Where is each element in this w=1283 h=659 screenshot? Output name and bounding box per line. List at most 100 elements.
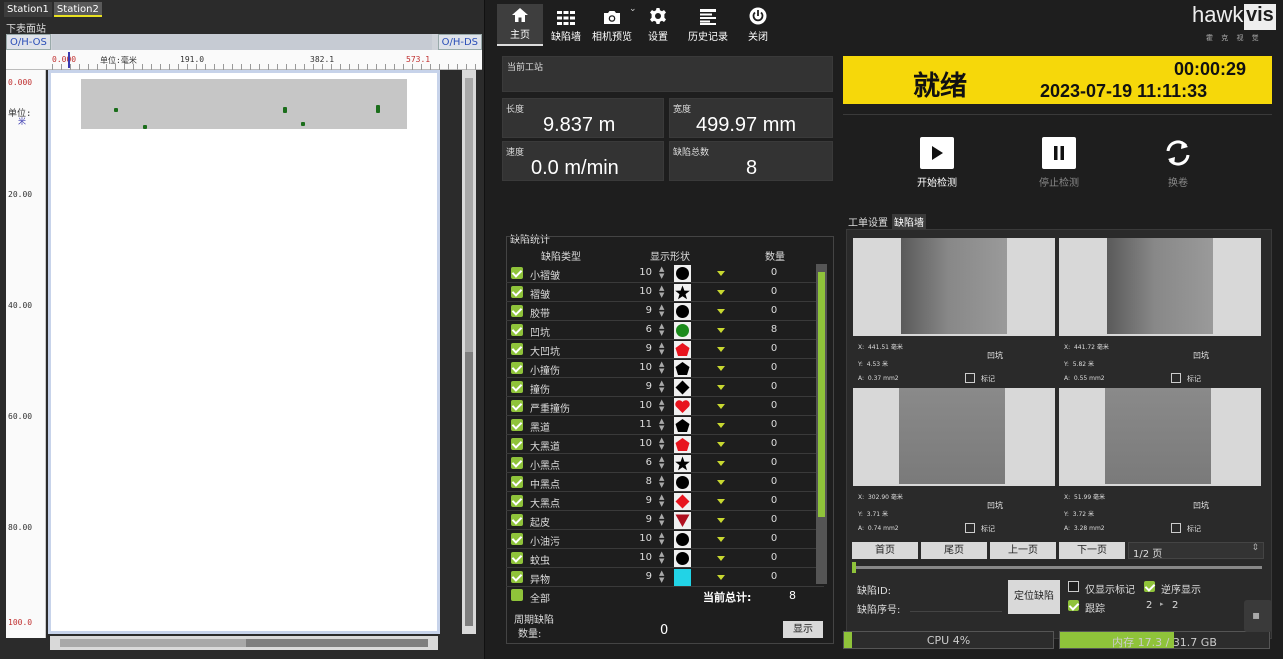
defect-map-canvas[interactable] [48,70,440,634]
defect-type-checkbox[interactable] [511,514,523,526]
shape-size[interactable]: 10 [638,552,652,563]
shape-dropdown[interactable] [717,518,725,523]
only-marked-checkbox[interactable] [1068,581,1079,592]
size-spinner[interactable]: ▲ ▼ [659,342,664,356]
chevron-down-icon[interactable]: ⌄ [629,4,637,14]
shape-size[interactable]: 10 [638,400,652,411]
defect-type-checkbox[interactable] [511,343,523,355]
size-spinner[interactable]: ▲ ▼ [659,380,664,394]
prev-page-button[interactable]: 上一页 [990,542,1056,559]
defect-thumbnail[interactable] [1105,388,1211,484]
shape-size[interactable]: 9 [638,495,652,506]
scroll-thumb[interactable] [60,639,246,647]
shape-size[interactable]: 9 [638,343,652,354]
shape-dropdown[interactable] [717,347,725,352]
defect-type-checkbox[interactable] [511,495,523,507]
shape-dropdown[interactable] [717,480,725,485]
defect-type-checkbox[interactable] [511,286,523,298]
shape-size[interactable]: 6 [638,457,652,468]
locate-defect-button[interactable]: 定位缺陷 [1008,580,1060,614]
slider-thumb[interactable] [852,562,856,573]
defect-marker[interactable] [283,107,287,113]
defect-type-checkbox[interactable] [511,400,523,412]
defect-type-checkbox[interactable] [511,381,523,393]
size-spinner[interactable]: ▲ ▼ [659,475,664,489]
defect-type-checkbox[interactable] [511,438,523,450]
page-selector[interactable]: 1/2 页 ⇕ [1128,542,1264,560]
defect-type-checkbox[interactable] [511,362,523,374]
shape-dropdown[interactable] [717,575,725,580]
nav-history[interactable]: 历史记录 [681,4,735,46]
scroll-thumb[interactable] [818,272,825,517]
defect-type-checkbox[interactable] [511,571,523,583]
vertical-scrollbar[interactable] [462,70,476,634]
next-page-button[interactable]: 下一页 [1059,542,1125,559]
nav-close[interactable]: 关闭 [735,4,781,46]
shape-dropdown[interactable] [717,404,725,409]
size-spinner[interactable]: ▲ ▼ [659,266,664,280]
nav-home[interactable]: 主页 [497,4,543,46]
collapse-button[interactable]: ▪ [1244,600,1272,632]
defect-marker[interactable] [301,122,305,126]
defect-type-checkbox[interactable] [511,457,523,469]
size-spinner[interactable]: ▲ ▼ [659,513,664,527]
defect-type-checkbox[interactable] [511,533,523,545]
scroll-thumb[interactable] [465,78,473,352]
mark-checkbox[interactable] [965,523,975,533]
shape-size[interactable]: 10 [638,533,652,544]
defect-seq-field[interactable] [910,598,1002,612]
reverse-order-checkbox[interactable] [1144,581,1155,592]
change-roll-button[interactable]: 换卷 [1138,137,1218,189]
defect-marker[interactable] [376,105,380,113]
table-scrollbar[interactable] [816,264,827,584]
defect-thumbnail[interactable] [899,388,1005,484]
size-spinner[interactable]: ▲ ▼ [659,323,664,337]
shape-size[interactable]: 9 [638,571,652,582]
size-spinner[interactable]: ▲ ▼ [659,285,664,299]
shape-dropdown[interactable] [717,385,725,390]
follow-checkbox[interactable] [1068,600,1079,611]
defect-type-checkbox[interactable] [511,476,523,488]
shape-dropdown[interactable] [717,442,725,447]
shape-dropdown[interactable] [717,423,725,428]
shape-size[interactable]: 11 [638,419,652,430]
first-page-button[interactable]: 首页 [852,542,918,559]
size-spinner[interactable]: ▲ ▼ [659,304,664,318]
horizontal-scrollbar[interactable] [50,636,438,650]
shape-dropdown[interactable] [717,499,725,504]
shape-dropdown[interactable] [717,556,725,561]
mark-checkbox[interactable] [1171,373,1181,383]
shape-dropdown[interactable] [717,537,725,542]
tab-station2[interactable]: Station2 [53,2,102,17]
stop-detection-button[interactable]: 停止检测 [1019,137,1099,189]
shape-size[interactable]: 6 [638,324,652,335]
shape-size[interactable]: 10 [638,362,652,373]
shape-size[interactable]: 10 [638,438,652,449]
shape-dropdown[interactable] [717,309,725,314]
shape-dropdown[interactable] [717,461,725,466]
size-spinner[interactable]: ▲ ▼ [659,456,664,470]
select-all-checkbox[interactable] [511,589,523,601]
shape-dropdown[interactable] [717,290,725,295]
nav-settings[interactable]: ⌄ 设置 [629,4,681,46]
defect-type-checkbox[interactable] [511,324,523,336]
defect-type-checkbox[interactable] [511,305,523,317]
shape-size[interactable]: 8 [638,476,652,487]
tab-station1[interactable]: Station1 [4,2,52,17]
size-spinner[interactable]: ▲ ▼ [659,551,664,565]
shape-size[interactable]: 9 [638,381,652,392]
spinner-icon[interactable]: ⇕ [1251,543,1259,553]
start-detection-button[interactable]: 开始检测 [897,137,977,189]
size-spinner[interactable]: ▲ ▼ [659,437,664,451]
wall-slider[interactable] [852,562,1262,573]
defect-type-checkbox[interactable] [511,267,523,279]
defect-thumbnail[interactable] [901,238,1007,334]
size-spinner[interactable]: ▲ ▼ [659,570,664,584]
size-spinner[interactable]: ▲ ▼ [659,418,664,432]
defect-type-checkbox[interactable] [511,552,523,564]
defect-card[interactable] [1059,388,1261,486]
show-button[interactable]: 显示 [783,621,823,638]
size-spinner[interactable]: ▲ ▼ [659,532,664,546]
mark-checkbox[interactable] [965,373,975,383]
shape-dropdown[interactable] [717,271,725,276]
